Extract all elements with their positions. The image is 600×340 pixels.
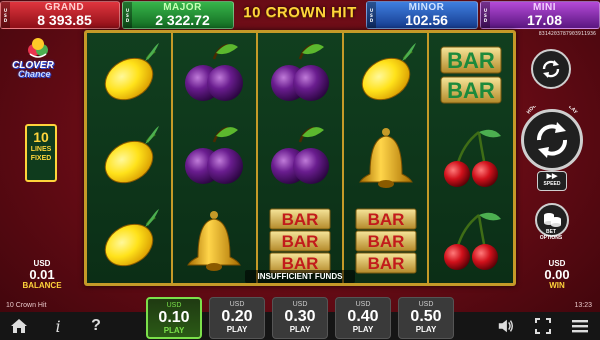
status-message: INSUFFICIENT FUNDS xyxy=(245,270,355,283)
logo-text: CLOVER Chance xyxy=(12,60,54,79)
lemon-icon xyxy=(346,35,426,115)
bet-button[interactable]: USD 0.50 PLAY xyxy=(398,297,454,339)
cherry-icon xyxy=(431,201,511,281)
plum-icon xyxy=(174,118,254,198)
svg-text:BAR: BAR xyxy=(282,232,319,251)
bar-triple-icon: BAR BAR BAR xyxy=(346,201,426,281)
game-title: 10 CROWN HIT xyxy=(243,4,357,21)
help-icon[interactable]: ? xyxy=(87,317,105,335)
jackpot-name: MINOR xyxy=(408,1,445,13)
reels-frame: BAR BAR BAR BAR BAR BAR BAR BAR xyxy=(84,30,516,286)
autoplay-button[interactable] xyxy=(531,49,571,89)
bet-button[interactable]: USD 0.10 PLAY xyxy=(146,297,202,339)
lemon-icon xyxy=(89,201,169,281)
bell-icon xyxy=(346,118,426,198)
round-id: 8314203787903911936 xyxy=(538,31,596,37)
svg-text:BAR: BAR xyxy=(367,254,404,273)
jackpot-minor: USD MINOR 102.56 xyxy=(366,1,478,29)
bet-button[interactable]: USD 0.20 PLAY xyxy=(209,297,265,339)
currency-tag: USD xyxy=(1,2,10,28)
svg-text:BAR: BAR xyxy=(367,210,404,229)
jackpot-value: 17.08 xyxy=(526,11,563,28)
currency-tag: USD xyxy=(481,2,490,28)
jackpot-name: GRAND xyxy=(44,1,85,13)
plum-icon xyxy=(260,35,340,115)
game-name-label: 10 Crown Hit xyxy=(6,302,47,309)
win-amount: 0.00 xyxy=(544,267,570,282)
jackpot-bar: USD GRAND 8 393.85 USD MAJOR 2 322.72 10… xyxy=(0,0,600,30)
balance-display: USD 0.01 BALANCE xyxy=(22,259,62,290)
bet-selector: USD 0.10 PLAY USD 0.20 PLAY USD 0.30 PLAY USD 0.40… xyxy=(146,297,454,340)
balance-amount: 0.01 xyxy=(29,267,55,282)
bell-icon xyxy=(174,201,254,281)
bar-double-icon: BAR BAR xyxy=(431,35,511,115)
jackpot-value: 2 322.72 xyxy=(155,11,210,28)
info-icon[interactable]: i xyxy=(49,317,67,336)
bet-button[interactable]: USD 0.40 PLAY xyxy=(335,297,391,339)
fast-forward-icon: ▶▶ xyxy=(546,173,558,180)
cherry-icon xyxy=(431,118,511,198)
currency-tag: USD xyxy=(367,2,376,28)
bet-button[interactable]: USD 0.30 PLAY xyxy=(272,297,328,339)
jackpot-name: MINI xyxy=(532,1,557,13)
spin-icon xyxy=(537,122,567,158)
plum-icon xyxy=(260,118,340,198)
sound-icon[interactable] xyxy=(497,317,515,335)
reel-3: BAR BAR BAR xyxy=(258,33,344,283)
jackpot-name: MAJOR xyxy=(163,1,202,13)
reel-5: BAR BAR xyxy=(429,33,513,283)
autoplay-icon xyxy=(542,60,560,78)
jackpot-value: 8 393.85 xyxy=(37,11,92,28)
clock: 13:23 xyxy=(574,302,592,309)
currency-tag: USD xyxy=(123,2,132,28)
fullscreen-icon[interactable] xyxy=(534,317,552,335)
clover-chance-logo: CLOVER Chance xyxy=(8,38,68,90)
win-display: USD 0.00 WIN xyxy=(537,259,577,290)
lines-fixed-badge: 10 LINES FIXED xyxy=(25,124,57,182)
spin-hint: HOLD FOR FAST PLAY xyxy=(520,97,584,122)
svg-text:BAR: BAR xyxy=(282,210,319,229)
coin-stack-icon xyxy=(544,213,561,227)
reels: BAR BAR BAR BAR BAR BAR BAR BAR xyxy=(87,33,513,283)
plum-icon xyxy=(174,35,254,115)
jackpot-major: USD MAJOR 2 322.72 xyxy=(122,1,234,29)
speed-button[interactable]: ▶▶ SPEED xyxy=(537,171,567,191)
menu-icon[interactable] xyxy=(571,317,589,335)
svg-text:BAR: BAR xyxy=(367,232,404,251)
jackpot-value: 102.56 xyxy=(405,11,448,28)
reel-4: BAR BAR BAR xyxy=(344,33,430,283)
svg-text:HOLD FOR FAST PLAY: HOLD FOR FAST PLAY xyxy=(526,106,579,116)
lemon-icon xyxy=(89,118,169,198)
bet-options-label: BET OPTIONS xyxy=(539,229,563,241)
jackpot-mini: USD MINI 17.08 xyxy=(480,1,600,29)
home-icon[interactable] xyxy=(10,317,28,335)
svg-text:BAR: BAR xyxy=(447,48,495,73)
svg-text:BAR: BAR xyxy=(447,78,495,103)
jackpot-grand: USD GRAND 8 393.85 xyxy=(0,1,120,29)
lemon-icon xyxy=(89,35,169,115)
reel-1 xyxy=(87,33,173,283)
reel-2 xyxy=(173,33,259,283)
